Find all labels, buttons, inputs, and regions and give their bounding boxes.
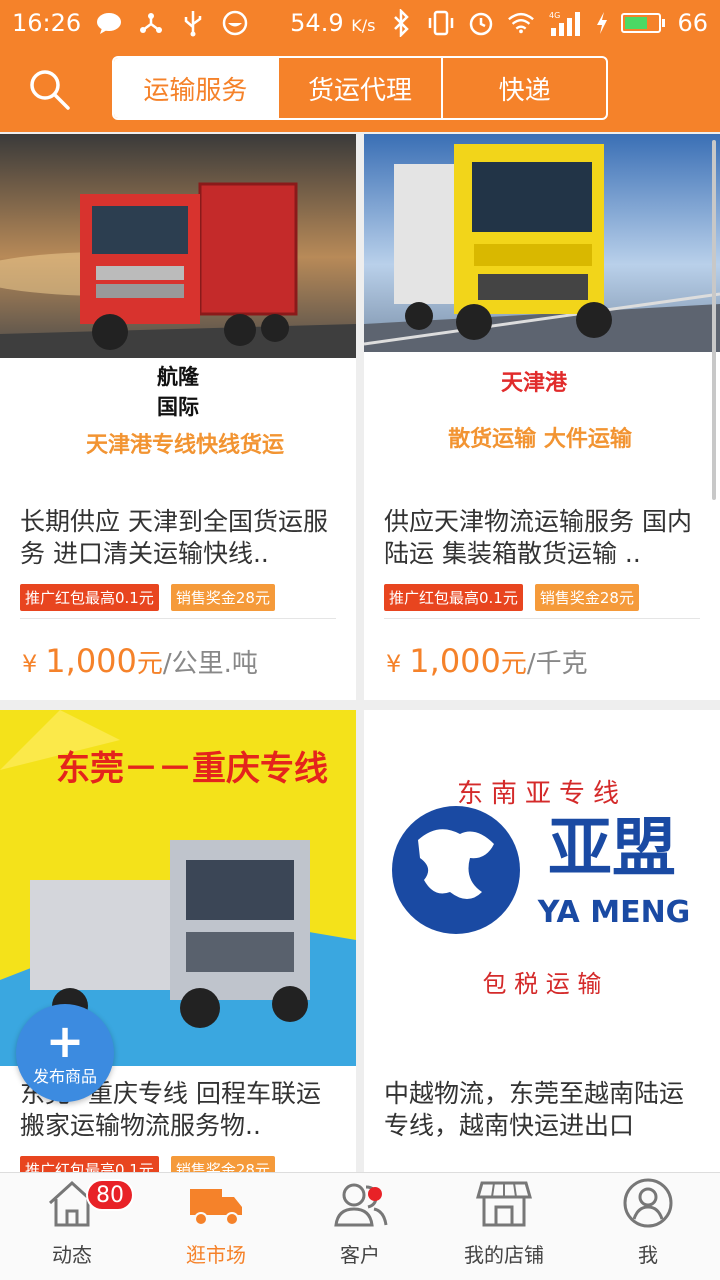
charging-icon	[595, 9, 609, 37]
usb-icon	[179, 9, 207, 37]
fab-label: 发布商品	[32, 1067, 97, 1086]
product-price: ¥ 1,000 元 /千克	[386, 642, 588, 680]
product-image: 天津港 散货运输 大件运输	[364, 134, 720, 474]
product-image: 航隆 国际 天津港专线快线货运	[0, 134, 356, 474]
status-bar: 16:26 54.9 K/s 4G 66	[0, 0, 720, 46]
product-grid: 航隆 国际 天津港专线快线货运 长期供应 天津到全国货运服务 进口清关运输快线.…	[0, 134, 720, 1172]
divider	[384, 618, 700, 619]
chat-icon	[95, 9, 123, 37]
alarm-icon	[467, 9, 495, 37]
bluetooth-icon	[387, 9, 415, 37]
scrollbar[interactable]	[712, 140, 716, 500]
share-icon	[137, 9, 165, 37]
truck-icon	[188, 1179, 244, 1233]
status-time: 16:26	[12, 9, 82, 37]
notification-badge: 80	[86, 1179, 134, 1211]
app-header: 运输服务 货运代理 快递	[0, 46, 720, 132]
promo-tag: 推广红包最高0.1元	[20, 584, 159, 611]
battery-level	[625, 17, 647, 29]
vibrate-icon	[427, 9, 455, 37]
customers-icon	[332, 1179, 388, 1233]
product-price: ¥ 1,000 元 /公里.吨	[22, 642, 258, 680]
product-card[interactable]: 天津港 散货运输 大件运输 供应天津物流运输服务 国内陆运 集装箱散货运输 ..…	[364, 134, 720, 700]
nav-label: 客户	[340, 1243, 380, 1267]
battery-percent: 66	[677, 9, 708, 37]
svg-text:YA MENG: YA MENG	[537, 895, 691, 930]
svg-text:4G: 4G	[549, 11, 560, 20]
signal-icon: 4G	[547, 9, 583, 37]
publish-product-button[interactable]: + 发布商品	[16, 1004, 114, 1102]
network-speed: 54.9 K/s	[290, 9, 376, 37]
nav-label: 我	[638, 1243, 658, 1267]
svg-text:航隆: 航隆	[157, 365, 200, 389]
battery-icon	[621, 13, 666, 33]
category-tabs: 运输服务 货运代理 快递	[112, 56, 608, 120]
product-title: 中越物流，东莞至越南陆运专线，越南快运进出口	[384, 1079, 685, 1140]
nav-label: 逛市场	[186, 1243, 246, 1267]
tab-express[interactable]: 快递	[443, 58, 606, 118]
tab-transport[interactable]: 运输服务	[114, 58, 279, 118]
plus-icon: +	[45, 1014, 85, 1068]
svg-text:东南亚专线: 东南亚专线	[457, 779, 627, 809]
svg-text:天津港专线快线货运: 天津港专线快线货运	[86, 432, 284, 458]
bonus-tag: 销售奖金28元	[534, 584, 639, 611]
promo-tag: 推广红包最高0.1元	[20, 1156, 159, 1172]
store-icon	[476, 1179, 532, 1233]
nav-label: 我的店铺	[464, 1243, 544, 1267]
svg-text:亚盟: 亚盟	[548, 812, 676, 886]
product-card[interactable]: 东南亚专线 亚盟 YA MENG 包 税 运 输 中越物流，东莞至越南陆运专线，…	[364, 710, 720, 1172]
tab-freight-agent[interactable]: 货运代理	[279, 58, 444, 118]
promo-tag: 推广红包最高0.1元	[384, 584, 523, 611]
wifi-icon	[507, 9, 535, 37]
tag-row: 推广红包最高0.1元 销售奖金28元	[20, 584, 275, 611]
nav-item-market[interactable]: 逛市场	[144, 1173, 288, 1280]
divider	[20, 618, 336, 619]
product-card[interactable]: 航隆 国际 天津港专线快线货运 长期供应 天津到全国货运服务 进口清关运输快线.…	[0, 134, 356, 700]
profile-icon	[622, 1177, 674, 1233]
nav-item-customers[interactable]: 客户	[288, 1173, 432, 1280]
bonus-tag: 销售奖金28元	[170, 1156, 275, 1172]
nav-label: 动态	[52, 1243, 92, 1267]
svg-text:东莞－－重庆专线: 东莞－－重庆专线	[56, 749, 328, 789]
nav-item-me[interactable]: 我	[576, 1173, 720, 1280]
tag-row: 推广红包最高0.1元 销售奖金28元	[384, 584, 639, 611]
tag-row: 推广红包最高0.1元 销售奖金28元	[20, 1156, 275, 1172]
nav-item-feed[interactable]: 80 动态	[0, 1173, 144, 1280]
svg-text:天津港: 天津港	[501, 370, 568, 396]
search-icon[interactable]	[26, 66, 74, 114]
svg-text:散货运输 大件运输: 散货运输 大件运输	[448, 426, 633, 452]
svg-text:包 税 运 输: 包 税 运 输	[483, 970, 602, 998]
svg-text:国际: 国际	[157, 395, 199, 419]
nav-item-my-store[interactable]: 我的店铺	[432, 1173, 576, 1280]
bonus-tag: 销售奖金28元	[170, 584, 275, 611]
product-title: 供应天津物流运输服务 国内陆运 集装箱散货运输 ..	[384, 507, 692, 568]
app-icon	[221, 9, 249, 37]
product-card[interactable]: 东莞－－重庆专线 东莞--重庆专线 回程车联运搬家运输物流服务物.. 推广红包最…	[0, 710, 356, 1172]
product-image: 东南亚专线 亚盟 YA MENG 包 税 运 输	[364, 710, 720, 1066]
unread-dot	[368, 1187, 382, 1201]
product-title: 长期供应 天津到全国货运服务 进口清关运输快线..	[20, 507, 328, 568]
bottom-nav: 80 动态 逛市场 客户 我的店铺 我	[0, 1172, 720, 1280]
